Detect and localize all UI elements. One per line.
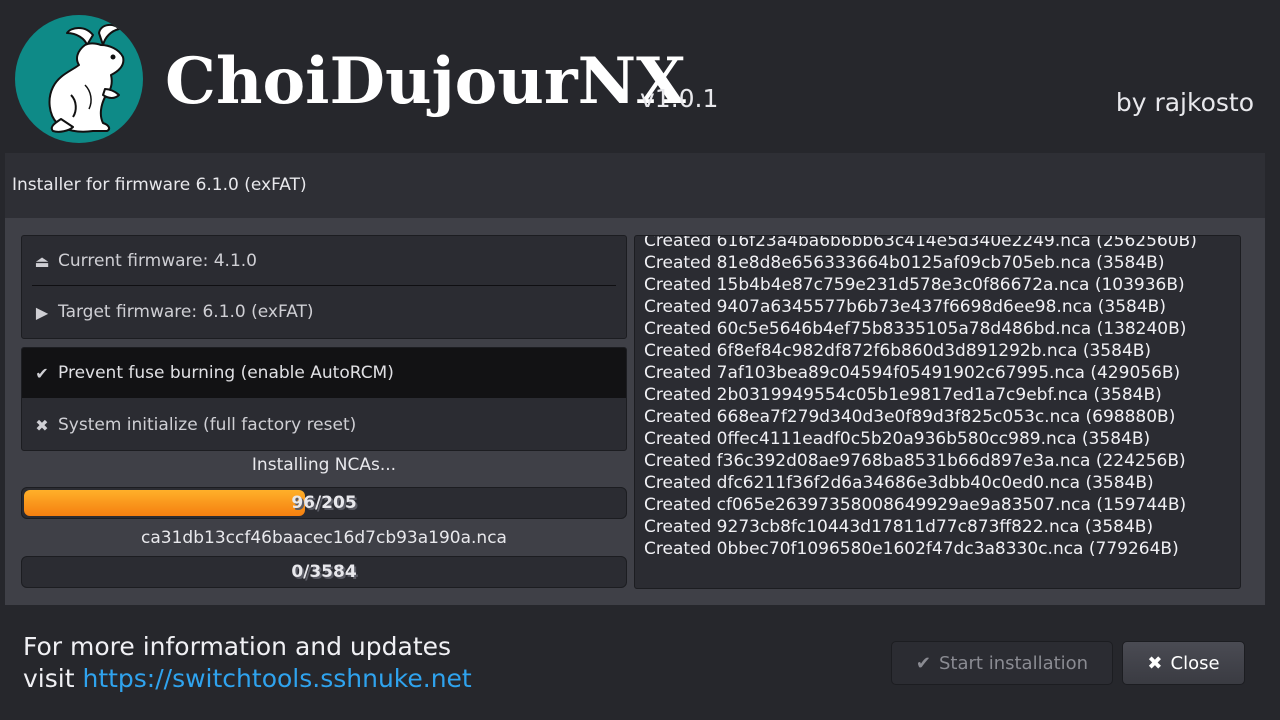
option-factory-reset[interactable]: ✖ System initialize (full factory reset) bbox=[22, 400, 626, 450]
app-version: v1.0.1 bbox=[640, 84, 719, 113]
footer-info: For more information and updates visit h… bbox=[23, 631, 472, 695]
eject-icon: ⏏ bbox=[34, 251, 50, 271]
option-factory-reset-label: System initialize (full factory reset) bbox=[58, 415, 357, 435]
target-firmware-row: ▶ Target firmware: 6.1.0 (exFAT) bbox=[22, 287, 626, 337]
log-line: Created 60c5e5646b4ef75b8335105a78d486bd… bbox=[644, 319, 1187, 339]
installer-title: Installer for firmware 6.1.0 (exFAT) bbox=[12, 175, 307, 195]
app-title: ChoiDujourNX bbox=[165, 44, 686, 119]
x-icon: ✖ bbox=[35, 415, 49, 435]
options-card: ✔ Prevent fuse burning (enable AutoRCM) … bbox=[21, 347, 627, 451]
log-line: Created 616f23a4ba6b6bb63c414e5d340e2249… bbox=[644, 235, 1197, 251]
option-autorcm[interactable]: ✔ Prevent fuse burning (enable AutoRCM) bbox=[22, 348, 626, 398]
log-line: Created 0bbec70f1096580e1602f47dc3a8330c… bbox=[644, 539, 1179, 559]
log-line: Created f36c392d08ae9768ba8531b66d897e3a… bbox=[644, 451, 1186, 471]
log-line: Created 6f8ef84c982df872f6b860d3d891292b… bbox=[644, 341, 1152, 361]
close-label: Close bbox=[1170, 652, 1220, 674]
log-line: Created cf065e26397358008649929ae9a83507… bbox=[644, 495, 1187, 515]
install-status: Installing NCAs... bbox=[251, 455, 397, 475]
log-line: Created 9407a6345577b6b73e437f6698d6ee98… bbox=[644, 297, 1166, 317]
app-logo bbox=[15, 15, 143, 143]
start-installation-button[interactable]: ✔ Start installation bbox=[891, 641, 1113, 685]
divider bbox=[32, 285, 616, 286]
current-firmware-label: Current firmware: 4.1.0 bbox=[58, 251, 257, 271]
rabbit-icon bbox=[48, 23, 125, 133]
option-autorcm-label: Prevent fuse burning (enable AutoRCM) bbox=[58, 363, 394, 383]
installer-panel: Installer for firmware 6.1.0 (exFAT) ⏏ C… bbox=[5, 153, 1265, 605]
close-button[interactable]: ✖ Close bbox=[1122, 641, 1245, 685]
log-line: Created 0ffec4111eadf0c5b20a936b580cc989… bbox=[644, 429, 1151, 449]
check-icon: ✔ bbox=[35, 363, 49, 383]
footer-visit: visit bbox=[23, 664, 75, 693]
log-line: Created 668ea7f279d340d3e0f89d3f825c053c… bbox=[644, 407, 1176, 427]
log-line: Created 15b4b4e87c759e231d578e3c0f86672a… bbox=[644, 275, 1185, 295]
check-icon: ✔ bbox=[915, 652, 931, 674]
play-icon: ▶ bbox=[35, 302, 49, 322]
log-line: Created 7af103bea89c04594f05491902c67995… bbox=[644, 363, 1181, 383]
log-line: Created 81e8d8e656333664b0125af09cb705eb… bbox=[644, 253, 1165, 273]
firmware-info-card: ⏏ Current firmware: 4.1.0 ▶ Target firmw… bbox=[21, 235, 627, 339]
footer-line: For more information and updates bbox=[23, 632, 452, 661]
log-lines: Created 616f23a4ba6b6bb63c414e5d340e2249… bbox=[644, 235, 1197, 560]
log-line: Created 2b0319949554c05b1e9817ed1a7c9ebf… bbox=[644, 385, 1162, 405]
install-log[interactable]: Created 616f23a4ba6b6bb63c414e5d340e2249… bbox=[634, 235, 1241, 589]
file-progress-bar: 0/3584 bbox=[21, 556, 627, 588]
author-credit: by rajkosto bbox=[1115, 88, 1254, 117]
file-progress-text: 0/3584 bbox=[291, 562, 357, 582]
footer-visit-line: visit https://switchtools.sshnuke.net bbox=[23, 663, 472, 695]
log-line: Created 9273cb8fc10443d17811d77c873ff822… bbox=[644, 517, 1154, 537]
current-file-name: ca31db13ccf46baacec16d7cb93a190a.nca bbox=[141, 528, 507, 548]
log-line: Created dfc6211f36f2d6a34686e3dbb40c0ed0… bbox=[644, 473, 1154, 493]
installer-header: Installer for firmware 6.1.0 (exFAT) bbox=[5, 153, 1265, 218]
website-link[interactable]: https://switchtools.sshnuke.net bbox=[82, 664, 471, 693]
target-firmware-label: Target firmware: 6.1.0 (exFAT) bbox=[58, 302, 314, 322]
overall-progress-text: 96/205 bbox=[291, 493, 357, 513]
start-installation-label: Start installation bbox=[939, 652, 1089, 674]
current-firmware-row: ⏏ Current firmware: 4.1.0 bbox=[22, 236, 626, 286]
close-icon: ✖ bbox=[1147, 652, 1163, 674]
overall-progress-bar: 96/205 bbox=[21, 487, 627, 519]
